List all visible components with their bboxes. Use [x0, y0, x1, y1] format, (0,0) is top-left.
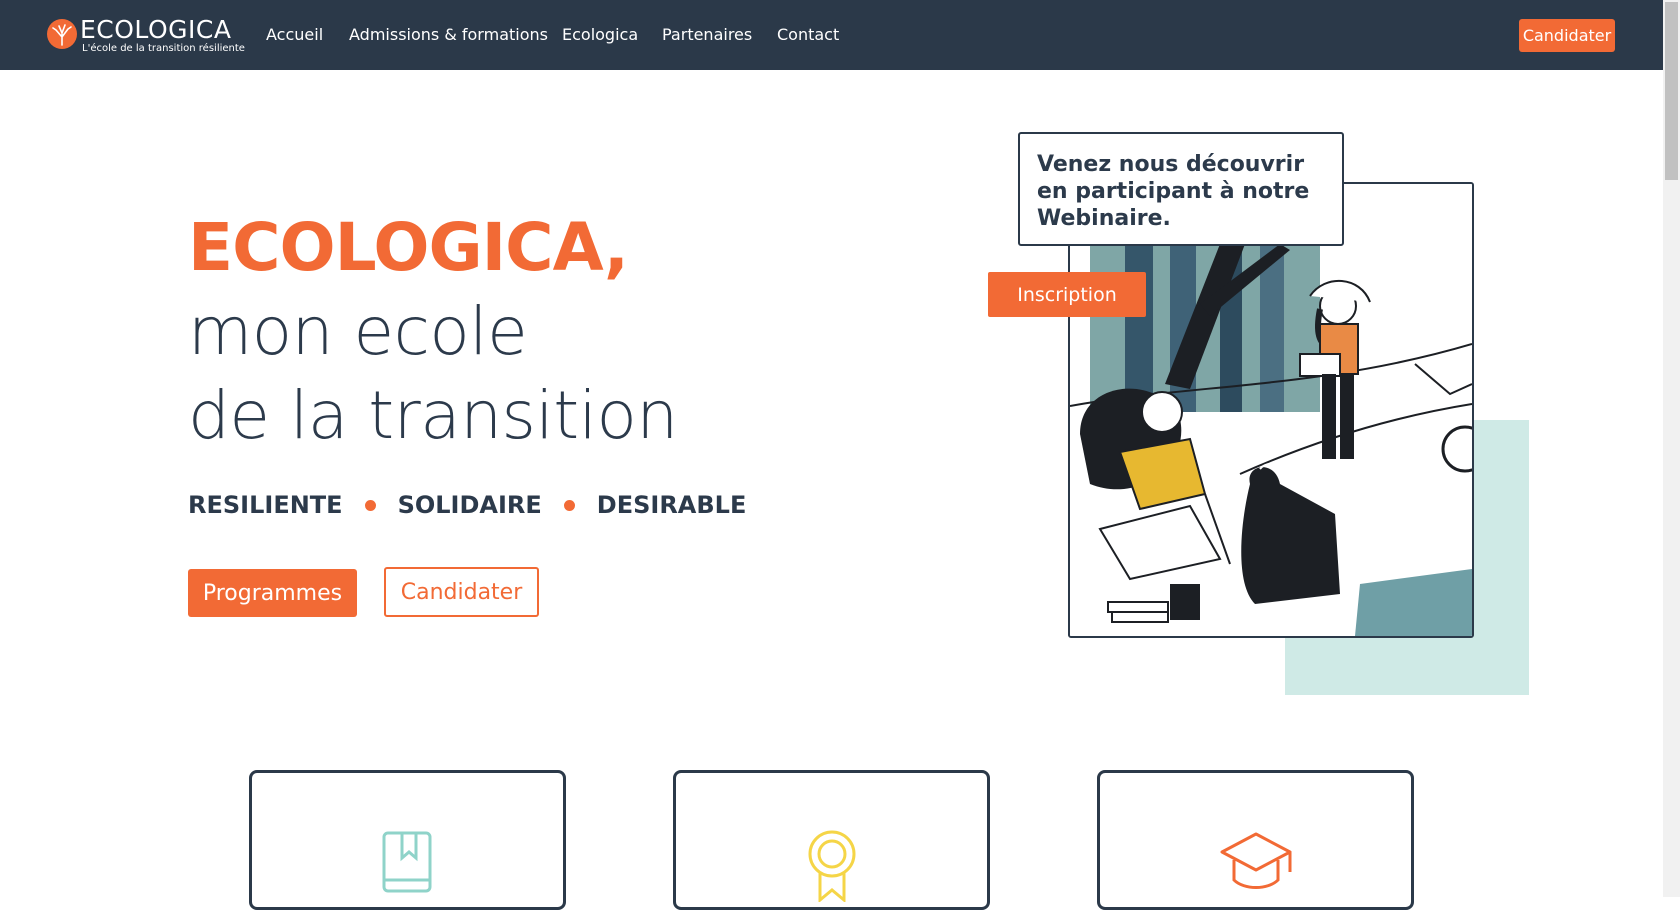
students-illustration-image — [1070, 184, 1472, 636]
webinar-callout: Venez nous découvrir en participant à no… — [1018, 132, 1344, 246]
nav-link-contact[interactable]: Contact — [777, 24, 839, 46]
hero-title-line2: mon ecole — [188, 293, 528, 370]
top-navbar: ECOLOGICA L'école de la transition résil… — [0, 0, 1663, 70]
bullet-dot — [563, 499, 575, 511]
tree-logo-icon — [47, 19, 77, 49]
hero-title-line3: de la transition — [188, 377, 678, 454]
nav-link-admissions-formations[interactable]: Admissions & formations — [349, 24, 548, 46]
hero-title-brand: ECOLOGICA, — [188, 209, 629, 286]
nav-link-accueil[interactable]: Accueil — [266, 24, 323, 46]
hero-title: ECOLOGICA, mon ecole de la transition — [188, 206, 678, 458]
hero-candidater-button[interactable]: Candidater — [384, 567, 539, 617]
navbar-candidater-button[interactable]: Candidater — [1519, 19, 1615, 52]
tagline-word: SOLIDAIRE — [397, 491, 542, 519]
scrollbar-thumb[interactable] — [1665, 2, 1678, 180]
feature-card-graduation[interactable] — [1097, 770, 1414, 910]
bullet-dot — [364, 499, 376, 511]
hero-illustration — [1068, 182, 1474, 638]
nav-link-ecologica[interactable]: Ecologica — [562, 24, 638, 46]
programmes-button[interactable]: Programmes — [188, 569, 357, 617]
tagline-word: RESILIENTE — [188, 491, 343, 519]
tagline-word: DESIRABLE — [596, 491, 747, 519]
award-icon — [808, 830, 855, 902]
page-scrollbar[interactable] — [1663, 0, 1680, 897]
logo-name: ECOLOGICA — [80, 15, 232, 44]
feature-card-programs[interactable] — [249, 770, 566, 910]
graduation-cap-icon — [1220, 832, 1291, 889]
logo-tagline: L'école de la transition résiliente — [82, 43, 245, 54]
hero-tagline: RESILIENTE SOLIDAIRE DESIRABLE — [188, 488, 746, 520]
book-icon — [382, 831, 431, 893]
feature-card-certification[interactable] — [673, 770, 990, 910]
webinar-text: Venez nous découvrir en participant à no… — [1037, 152, 1310, 231]
nav-link-partenaires[interactable]: Partenaires — [662, 24, 752, 46]
inscription-button[interactable]: Inscription — [988, 272, 1146, 317]
ecologica-logo[interactable]: ECOLOGICA L'école de la transition résil… — [46, 16, 246, 54]
